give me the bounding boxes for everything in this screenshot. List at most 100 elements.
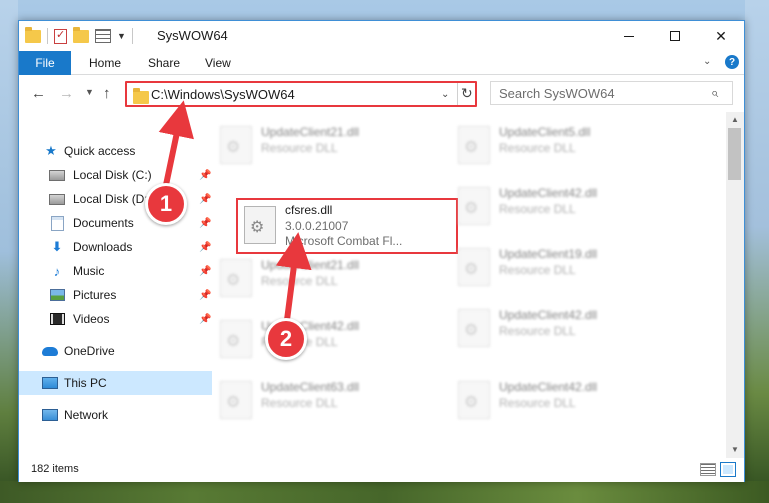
maximize-icon — [670, 31, 680, 41]
help-icon[interactable]: ? — [725, 55, 739, 69]
documents-icon — [49, 215, 65, 231]
computer-icon — [42, 375, 58, 391]
nav-item-downloads[interactable]: ⬇ Downloads 📌 — [19, 235, 212, 259]
file-type: Resource DLL — [261, 141, 338, 155]
file-type: Resource DLL — [261, 396, 338, 410]
nav-item-music[interactable]: ♪ Music 📌 — [19, 259, 212, 283]
scroll-up-icon[interactable]: ▲ — [731, 115, 739, 124]
vertical-scrollbar[interactable]: ▲ ▼ — [726, 112, 744, 458]
file-tile[interactable]: UpdateClient5.dll Resource DLL — [450, 118, 672, 174]
file-tile[interactable]: UpdateClient42.dll Resource DLL — [450, 373, 672, 429]
folder-icon — [133, 88, 149, 104]
nav-item-pictures[interactable]: Pictures 📌 — [19, 283, 212, 307]
scrollbar-thumb[interactable] — [728, 128, 741, 180]
dll-file-icon — [244, 206, 276, 244]
up-arrow-icon[interactable]: ↑ — [103, 85, 111, 102]
refresh-icon[interactable]: ↻ — [461, 85, 473, 102]
address-dropdown-icon[interactable]: ⌄ — [441, 89, 449, 100]
title-bar: ▼ SysWOW64 ✕ — [19, 21, 744, 51]
search-input[interactable] — [491, 82, 701, 104]
pin-icon[interactable]: 📌 — [199, 170, 211, 181]
pin-icon[interactable]: 📌 — [199, 290, 211, 301]
nav-item-label: Downloads — [73, 240, 133, 254]
tab-share[interactable]: Share — [148, 51, 180, 75]
address-bar[interactable]: C:\Windows\SysWOW64 ⌄ ↻ — [125, 81, 477, 107]
large-icons-view-icon[interactable] — [720, 462, 736, 477]
toolbar-divider — [131, 28, 133, 44]
pin-icon[interactable]: 📌 — [199, 218, 211, 229]
customize-toolbar-dropdown-icon[interactable]: ▼ — [117, 31, 126, 41]
dll-file-icon — [220, 320, 252, 358]
file-tile[interactable]: UpdateClient63.dll Resource DLL — [212, 373, 434, 429]
nav-item-onedrive[interactable]: OneDrive — [19, 339, 212, 363]
file-name: cfsres.dll — [285, 203, 333, 217]
file-type: Resource DLL — [499, 141, 576, 155]
file-name: UpdateClient19.dll — [499, 247, 598, 261]
pin-icon[interactable]: 📌 — [199, 266, 211, 277]
details-view-icon[interactable] — [700, 463, 716, 476]
dll-file-icon — [220, 126, 252, 164]
ribbon-tabs: File Home Share View ⌄ ? — [19, 51, 744, 75]
download-icon: ⬇ — [51, 239, 63, 254]
maximize-button[interactable] — [652, 21, 698, 51]
tab-view[interactable]: View — [205, 51, 231, 75]
navigation-pane: ★ Quick access Local Disk (C:) 📌 Local D… — [19, 112, 212, 458]
nav-item-label: Documents — [73, 216, 134, 230]
expand-ribbon-chevron-icon[interactable]: ⌄ — [703, 56, 711, 67]
dll-file-icon — [458, 126, 490, 164]
folder-icon[interactable] — [25, 27, 41, 44]
nav-item-label: Local Disk (C:) — [73, 168, 152, 182]
address-path[interactable]: C:\Windows\SysWOW64 — [151, 87, 295, 102]
nav-item-this-pc[interactable]: This PC — [19, 371, 212, 395]
quick-access-toolbar: ▼ — [25, 27, 133, 45]
tab-home[interactable]: Home — [89, 51, 121, 75]
tab-file[interactable]: File — [19, 51, 71, 75]
nav-item-label: This PC — [64, 376, 107, 390]
star-icon: ★ — [45, 143, 57, 158]
toolbar-divider — [47, 28, 48, 44]
file-tile[interactable]: UpdateClient42.dll Resource DLL — [212, 312, 434, 368]
file-tile[interactable]: UpdateClient19.dll Resource DLL — [450, 240, 672, 296]
videos-icon — [49, 311, 65, 327]
address-row: ← → ▼ ↑ C:\Windows\SysWOW64 ⌄ ↻ ⌕ — [19, 76, 744, 112]
dll-file-icon — [458, 309, 490, 347]
close-button[interactable]: ✕ — [698, 21, 744, 51]
pin-icon[interactable]: 📌 — [199, 194, 211, 205]
scroll-down-icon[interactable]: ▼ — [731, 445, 739, 454]
file-description: Microsoft Combat Fl... — [285, 234, 403, 248]
desktop-background-right — [745, 0, 769, 503]
forward-arrow-icon[interactable]: → — [59, 85, 74, 102]
minimize-button[interactable] — [606, 21, 652, 51]
file-name: UpdateClient5.dll — [499, 125, 591, 139]
new-folder-icon[interactable] — [73, 27, 89, 44]
file-tile[interactable]: UpdateClient42.dll Resource DLL — [450, 301, 672, 357]
recent-locations-dropdown-icon[interactable]: ▼ — [85, 87, 94, 97]
address-divider — [457, 83, 458, 105]
back-arrow-icon[interactable]: ← — [31, 85, 46, 102]
file-type: Resource DLL — [499, 263, 576, 277]
pin-icon[interactable]: 📌 — [199, 242, 211, 253]
nav-item-local-disk-c[interactable]: Local Disk (C:) 📌 — [19, 163, 212, 187]
dll-file-icon — [458, 187, 490, 225]
nav-item-label: Quick access — [64, 144, 136, 158]
file-explorer-window: ▼ SysWOW64 ✕ File Home Share View ⌄ ? ← … — [18, 20, 745, 482]
view-options-icon[interactable] — [95, 29, 111, 43]
nav-item-label: Local Disk (D:) — [73, 192, 152, 206]
file-tile-highlighted[interactable]: cfsres.dll 3.0.0.21007 Microsoft Combat … — [236, 198, 458, 254]
file-type: Resource DLL — [261, 274, 338, 288]
file-tile[interactable]: UpdateClient42.dll Resource DLL — [450, 179, 672, 235]
pin-icon[interactable]: 📌 — [199, 314, 211, 325]
file-name: UpdateClient42.dll — [499, 186, 598, 200]
file-type: Resource DLL — [499, 396, 576, 410]
properties-icon[interactable] — [54, 28, 67, 44]
search-icon[interactable]: ⌕ — [711, 85, 718, 101]
search-box[interactable]: ⌕ — [490, 81, 733, 105]
nav-item-quick-access[interactable]: ★ Quick access — [19, 139, 212, 163]
file-tile[interactable]: UpdateClient21.dll Resource DLL — [212, 251, 434, 307]
nav-item-videos[interactable]: Videos 📌 — [19, 307, 212, 331]
nav-item-label: Music — [73, 264, 105, 278]
nav-item-network[interactable]: Network — [19, 403, 212, 427]
file-tile[interactable]: UpdateClient21.dll Resource DLL — [212, 118, 434, 174]
file-type: Resource DLL — [499, 202, 576, 216]
file-name: UpdateClient21.dll — [261, 125, 360, 139]
